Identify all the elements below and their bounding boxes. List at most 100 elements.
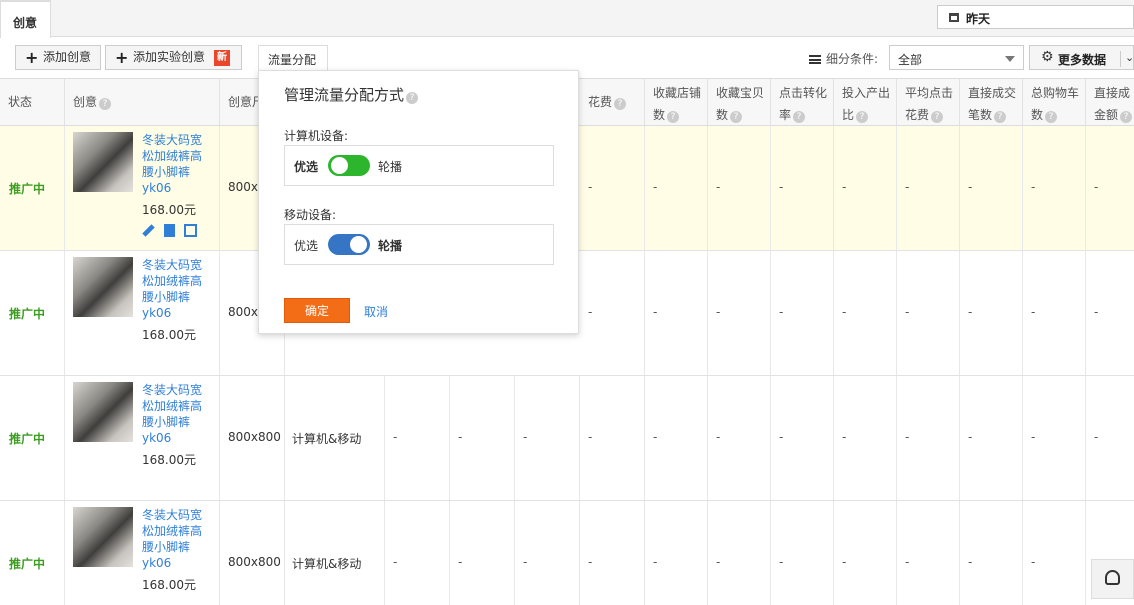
status-badge: 推广中 [9, 182, 46, 196]
add-experiment-creative-button[interactable]: + 添加实验创意 新 [105, 45, 242, 70]
add-experiment-label: 添加实验创意 [133, 50, 206, 64]
product-thumbnail[interactable] [73, 382, 133, 442]
popup-title: 管理流量分配方式? [284, 84, 419, 105]
cell-value: - [588, 555, 593, 569]
cell-value: - [1094, 430, 1099, 444]
header-creative: 创意? [65, 79, 220, 126]
cancel-link[interactable]: 取消 [364, 303, 388, 320]
pc-toggle-switch[interactable] [328, 155, 370, 176]
product-price: 168.00元 [142, 453, 196, 467]
cell-value: - [1094, 305, 1099, 319]
mobile-option-rotate[interactable]: 轮播 [378, 237, 402, 254]
help-icon[interactable]: ? [99, 98, 112, 110]
cell-value: - [779, 305, 784, 319]
creative-size: 800x800 [228, 555, 281, 569]
customer-service-button[interactable] [1091, 559, 1134, 599]
add-creative-button[interactable]: + 添加创意 [15, 45, 101, 70]
header-status: 状态 [0, 79, 65, 126]
edit-icon[interactable] [142, 224, 155, 237]
cell-value: - [1031, 430, 1036, 444]
calendar-icon [949, 13, 959, 22]
cell-value: - [842, 430, 847, 444]
cell-value: - [842, 180, 847, 194]
product-name-link[interactable]: 冬装大码宽松加绒裤高腰小脚裤yk06 [142, 132, 210, 196]
table-row: 推广中 冬装大码宽松加绒裤高腰小脚裤yk06 168.00元 800x800 计… [0, 376, 1134, 501]
confirm-button[interactable]: 确定 [284, 298, 350, 323]
help-icon[interactable]: ? [1120, 111, 1133, 123]
cell-value: - [968, 430, 973, 444]
cell-value: - [716, 180, 721, 194]
mobile-option-preferred[interactable]: 优选 [294, 237, 318, 254]
header-fav-shop: 收藏店铺数? [645, 79, 708, 126]
chevron-down-icon[interactable]: ⌄ [1120, 51, 1134, 67]
more-data-button[interactable]: ⚙ 更多数据 ⌄ [1029, 45, 1134, 70]
help-icon[interactable]: ? [614, 98, 627, 110]
cell-value: - [779, 555, 784, 569]
list-icon [809, 55, 821, 64]
help-icon[interactable]: ? [931, 111, 944, 123]
help-icon[interactable]: ? [406, 92, 419, 104]
mobile-device-label: 移动设备: [284, 208, 337, 222]
support-icon [1105, 570, 1120, 585]
plus-icon: + [115, 48, 129, 67]
cell-value: - [779, 430, 784, 444]
tab-creative-label: 创意 [13, 16, 38, 30]
cell-value: - [905, 305, 910, 319]
cell-value: - [968, 305, 973, 319]
pc-option-rotate[interactable]: 轮播 [378, 158, 402, 175]
cell-value: - [588, 180, 593, 194]
cell-value: - [716, 430, 721, 444]
help-icon[interactable]: ? [667, 111, 680, 123]
product-thumbnail[interactable] [73, 132, 133, 192]
header-avg-cpc: 平均点击 花费? [897, 79, 960, 126]
header-cost: 花费? [580, 79, 645, 126]
table-row: 推广中 冬装大码宽松加绒裤高腰小脚裤yk06 168.00元 800x800 计… [0, 501, 1134, 605]
plus-icon: + [25, 48, 39, 67]
product-price: 168.00元 [142, 328, 196, 342]
copy-icon[interactable] [184, 224, 197, 237]
date-range-label: 昨天 [966, 12, 991, 26]
device-type: 计算机&移动 [292, 432, 362, 446]
cell-value: - [1094, 180, 1099, 194]
cell-value: - [653, 430, 658, 444]
help-icon[interactable]: ? [994, 111, 1007, 123]
toggle-knob [331, 157, 348, 174]
header-fav-item: 收藏宝贝数? [708, 79, 771, 126]
product-name-link[interactable]: 冬装大码宽松加绒裤高腰小脚裤yk06 [142, 382, 210, 446]
product-name-link[interactable]: 冬装大码宽松加绒裤高腰小脚裤yk06 [142, 257, 210, 321]
filter-select[interactable]: 全部 [889, 45, 1024, 70]
header-direct-deals: 直接成交 笔数? [960, 79, 1023, 126]
cell-value: - [716, 555, 721, 569]
product-name-link[interactable]: 冬装大码宽松加绒裤高腰小脚裤yk06 [142, 507, 210, 571]
date-range-button[interactable]: 昨天 [937, 5, 1134, 29]
product-price: 168.00元 [142, 578, 196, 592]
device-type: 计算机&移动 [292, 557, 362, 571]
more-data-label: 更多数据 [1058, 53, 1107, 67]
cell-value: - [523, 430, 528, 444]
cell-value: - [842, 555, 847, 569]
product-thumbnail[interactable] [73, 257, 133, 317]
tab-creative[interactable]: 创意 [0, 0, 51, 38]
cell-value: - [968, 180, 973, 194]
filter-label-text: 细分条件: [826, 52, 879, 66]
traffic-allocation-button[interactable]: 流量分配 [258, 45, 328, 71]
mobile-toggle-switch[interactable] [328, 234, 370, 255]
cell-value: - [905, 555, 910, 569]
help-icon[interactable]: ? [1045, 111, 1058, 123]
cell-value: - [458, 430, 463, 444]
cell-value: - [779, 180, 784, 194]
help-icon[interactable]: ? [730, 111, 743, 123]
help-icon[interactable]: ? [856, 111, 869, 123]
cell-value: - [588, 430, 593, 444]
header-cart: 总购物车数? [1023, 79, 1086, 126]
cell-value: - [905, 180, 910, 194]
product-thumbnail[interactable] [73, 507, 133, 567]
row-actions [142, 224, 206, 240]
cell-value: - [588, 305, 593, 319]
delete-icon[interactable] [164, 224, 175, 237]
pc-option-preferred[interactable]: 优选 [294, 158, 318, 175]
caret-down-icon [1005, 56, 1015, 62]
status-badge: 推广中 [9, 307, 46, 321]
cell-value: - [653, 555, 658, 569]
help-icon[interactable]: ? [793, 111, 806, 123]
